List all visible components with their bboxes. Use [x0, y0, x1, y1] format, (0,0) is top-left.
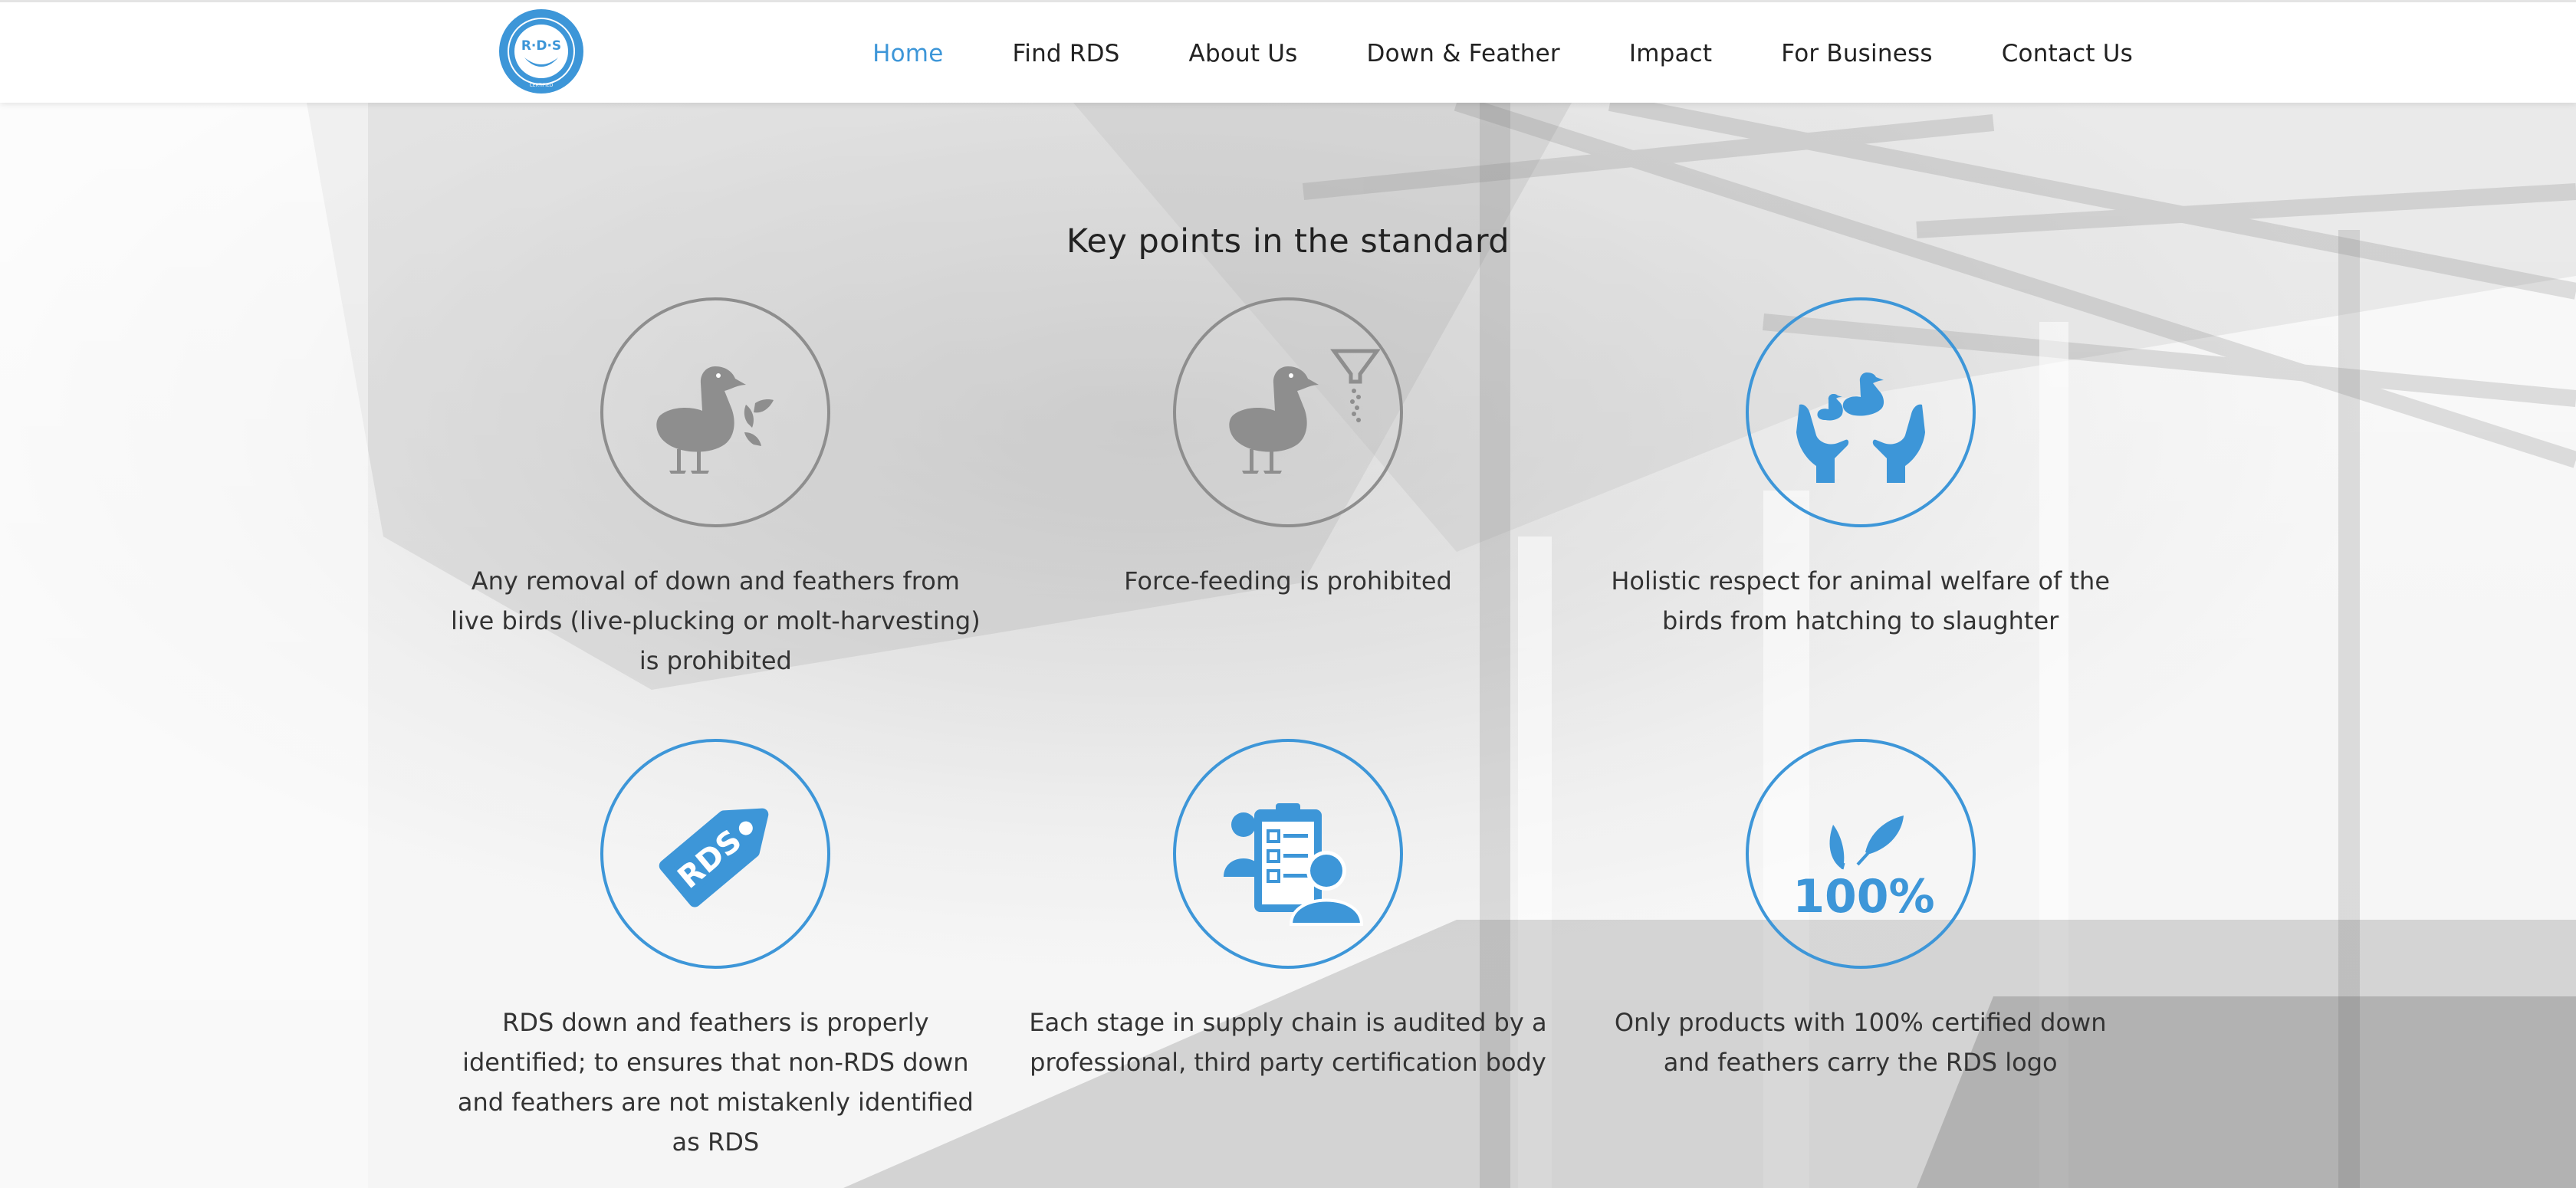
key-point: Force-feeding is prohibited	[1002, 297, 1575, 739]
key-point-icon-circle: 100%	[1745, 739, 1976, 969]
key-point-icon-circle	[1745, 297, 1976, 527]
key-point-icon-circle	[1172, 739, 1403, 969]
logo-text: R·D·S	[521, 38, 561, 54]
nav-for-business[interactable]: For Business	[1781, 40, 1932, 67]
nav-find-rds[interactable]: Find RDS	[1012, 40, 1119, 67]
hands-birds-icon	[1796, 372, 1925, 483]
key-point-icon-circle: RDS	[600, 739, 831, 969]
nav-about-us[interactable]: About Us	[1189, 40, 1298, 67]
key-point-text: RDS down and feathers is properly identi…	[457, 1008, 974, 1157]
key-point: Each stage in supply chain is audited by…	[1002, 739, 1575, 1180]
section-title: Key points in the standard	[1066, 222, 1510, 261]
key-point: Holistic respect for animal welfare of t…	[1574, 297, 2147, 739]
main-nav: Home Find RDS About Us Down & Feather Im…	[803, 2, 2133, 105]
key-point-text: Force-feeding is prohibited	[1124, 566, 1452, 596]
key-point: 100% Only products with 100% certified d…	[1574, 739, 2147, 1180]
key-point-text: Any removal of down and feathers from li…	[450, 566, 981, 675]
nav-impact[interactable]: Impact	[1629, 40, 1712, 67]
rds-tag-icon: RDS	[659, 808, 769, 907]
key-point-icon-circle	[1172, 297, 1403, 527]
duck-funnel-icon	[1229, 349, 1380, 474]
auditor-checklist-icon	[1223, 803, 1363, 926]
key-point-icon-circle	[600, 297, 831, 527]
nav-down-feather[interactable]: Down & Feather	[1367, 40, 1560, 67]
logo-bottom-text: CERTIFIED	[530, 83, 554, 88]
rds-logo[interactable]: R·D·S CERTIFIED	[497, 7, 586, 96]
nav-home[interactable]: Home	[872, 40, 943, 67]
key-point-text: Only products with 100% certified down a…	[1614, 1008, 2107, 1077]
key-point: Any removal of down and feathers from li…	[429, 297, 1002, 739]
duck-feathers-icon	[656, 366, 774, 474]
key-point: RDS RDS down and feathers is properly id…	[429, 739, 1002, 1180]
key-point-text: Each stage in supply chain is audited by…	[1029, 1008, 1547, 1077]
site-header: R·D·S CERTIFIED Home Find RDS About Us D…	[0, 0, 2576, 103]
percent-text: 100%	[1792, 870, 1934, 924]
key-point-text: Holistic respect for animal welfare of t…	[1611, 566, 2110, 635]
key-points-grid: Any removal of down and feathers from li…	[429, 297, 2147, 1180]
hundred-percent-feathers-icon: 100%	[1792, 816, 1934, 924]
nav-contact-us[interactable]: Contact Us	[2002, 40, 2133, 67]
